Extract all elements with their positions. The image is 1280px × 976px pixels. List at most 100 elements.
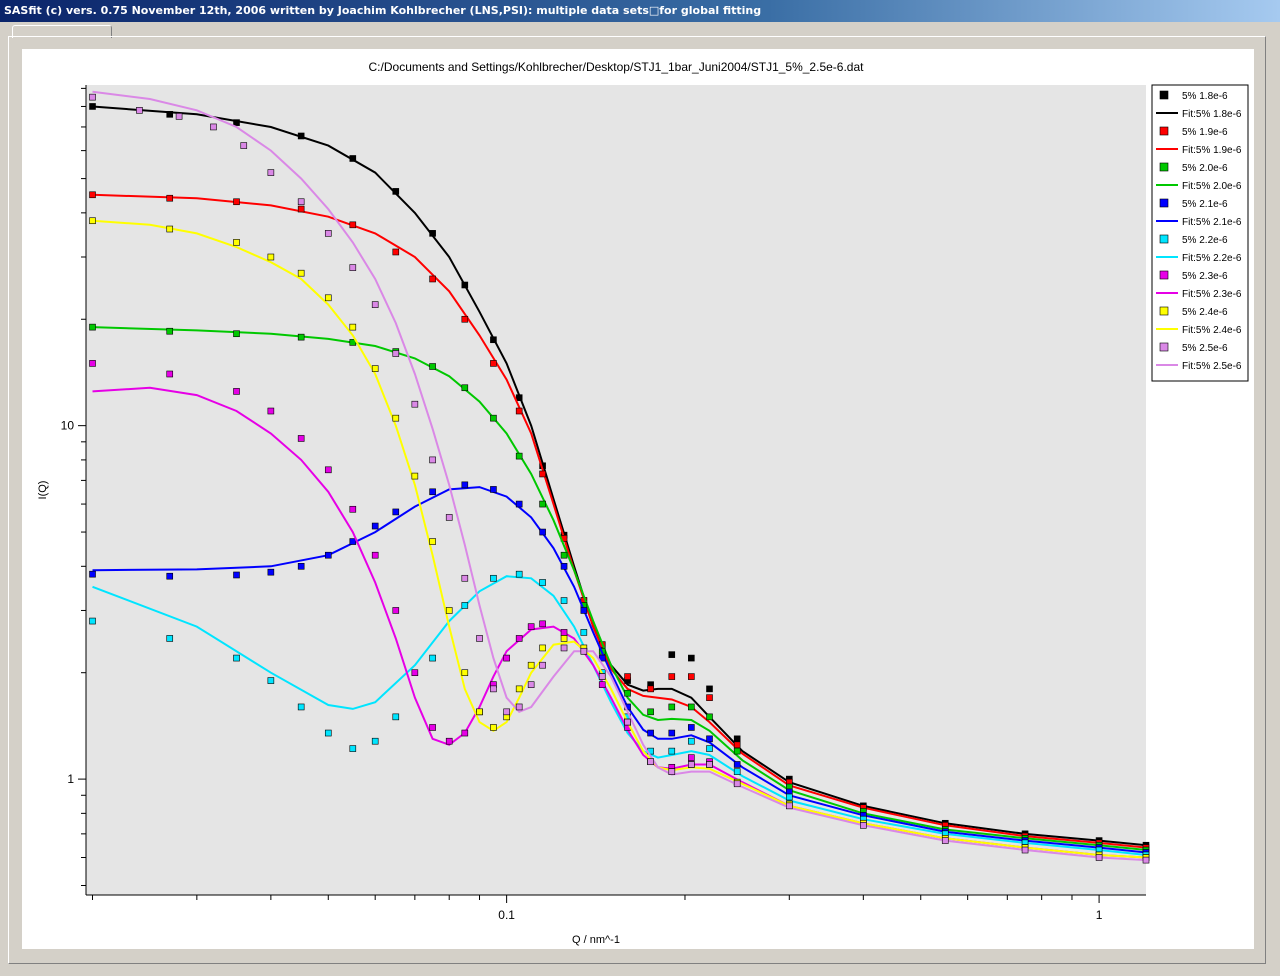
data-point	[233, 330, 240, 338]
data-point	[267, 677, 275, 684]
plot-background	[86, 85, 1146, 895]
data-point	[371, 737, 379, 745]
data-point	[647, 708, 654, 716]
data-point	[267, 568, 275, 576]
legend-marker-5	[1159, 234, 1169, 244]
data-point	[490, 360, 497, 367]
data-point	[166, 635, 174, 642]
data-point	[297, 563, 305, 570]
data-point	[515, 635, 523, 642]
data-point	[324, 230, 332, 237]
data-point	[166, 194, 174, 202]
data-point	[688, 673, 695, 680]
data-point	[233, 239, 240, 246]
data-point	[647, 685, 654, 693]
data-point	[233, 654, 240, 662]
data-point	[392, 607, 400, 614]
data-point	[349, 155, 357, 162]
data-point	[515, 703, 523, 711]
data-point	[429, 724, 436, 731]
data-point	[539, 661, 546, 669]
data-point	[233, 198, 240, 206]
legend-entry: Fit:5% 2.2e-6	[1182, 253, 1242, 264]
data-point	[392, 713, 400, 721]
data-point	[166, 572, 174, 580]
data-point	[560, 644, 568, 652]
data-point	[324, 551, 332, 559]
data-point	[1095, 854, 1103, 861]
x-tick-label: 0.1	[498, 908, 515, 922]
data-point	[539, 528, 546, 536]
legend-entry: Fit:5% 2.3e-6	[1182, 289, 1242, 300]
data-point	[668, 729, 676, 737]
x-tick-label: 1	[1096, 908, 1103, 922]
data-point	[688, 754, 695, 761]
data-point	[560, 551, 568, 559]
data-point	[233, 388, 240, 395]
data-point	[371, 365, 379, 372]
legend-entry: Fit:5% 1.8e-6	[1182, 109, 1242, 120]
data-point	[515, 407, 523, 415]
data-point	[560, 635, 568, 642]
data-point	[136, 107, 143, 114]
legend-entry: 5% 2.0e-6	[1182, 163, 1228, 174]
data-point	[461, 729, 469, 737]
data-point	[527, 661, 535, 669]
data-point	[786, 793, 793, 801]
data-point	[706, 745, 713, 752]
data-point	[647, 729, 654, 737]
data-point	[490, 414, 497, 422]
data-point	[445, 607, 453, 614]
sas-plot: C:/Documents and Settings/Kohlbrecher/De…	[37, 60, 1249, 946]
data-point	[598, 673, 606, 680]
data-point	[166, 111, 174, 118]
data-point	[688, 737, 695, 745]
data-point	[89, 217, 96, 225]
data-point	[210, 123, 217, 131]
data-point	[429, 275, 436, 283]
legend-entry: Fit:5% 2.1e-6	[1182, 217, 1242, 228]
legend-marker-1	[1159, 90, 1169, 100]
legend-entry: 5% 2.4e-6	[1182, 307, 1228, 318]
data-point	[476, 635, 483, 642]
y-tick-label: 1	[67, 772, 74, 786]
data-point	[429, 230, 436, 237]
data-point	[371, 551, 379, 559]
data-point	[392, 508, 400, 516]
legend-entry: Fit:5% 2.5e-6	[1182, 361, 1242, 372]
data-point	[503, 708, 510, 716]
data-point	[166, 327, 174, 335]
data-point	[706, 761, 713, 768]
data-point	[733, 780, 741, 788]
legend-marker-8	[1159, 342, 1169, 352]
data-point	[267, 407, 275, 415]
data-point	[539, 644, 546, 652]
data-point	[647, 758, 654, 766]
data-point	[429, 538, 436, 545]
data-point	[490, 685, 497, 693]
data-point	[349, 538, 357, 545]
data-point	[461, 602, 469, 609]
data-point	[349, 221, 357, 229]
data-point	[429, 654, 436, 662]
data-point	[476, 708, 483, 716]
data-point	[324, 466, 332, 474]
data-point	[688, 703, 695, 711]
data-point	[515, 570, 523, 578]
data-point	[461, 669, 469, 677]
data-point	[297, 198, 305, 206]
y-axis-label: I(Q)	[37, 481, 49, 500]
data-point	[461, 281, 469, 289]
data-point	[560, 563, 568, 570]
data-point	[733, 747, 741, 755]
data-point	[1142, 856, 1150, 864]
data-point	[267, 169, 275, 176]
window-title: SASfit (c) vers. 0.75 November 12th, 200…	[4, 4, 762, 17]
data-point	[527, 681, 535, 688]
data-point	[89, 360, 96, 367]
data-point	[89, 570, 96, 578]
data-point	[297, 435, 305, 442]
data-point	[733, 761, 741, 768]
legend-entry: 5% 2.5e-6	[1182, 343, 1228, 354]
data-point	[527, 623, 535, 630]
